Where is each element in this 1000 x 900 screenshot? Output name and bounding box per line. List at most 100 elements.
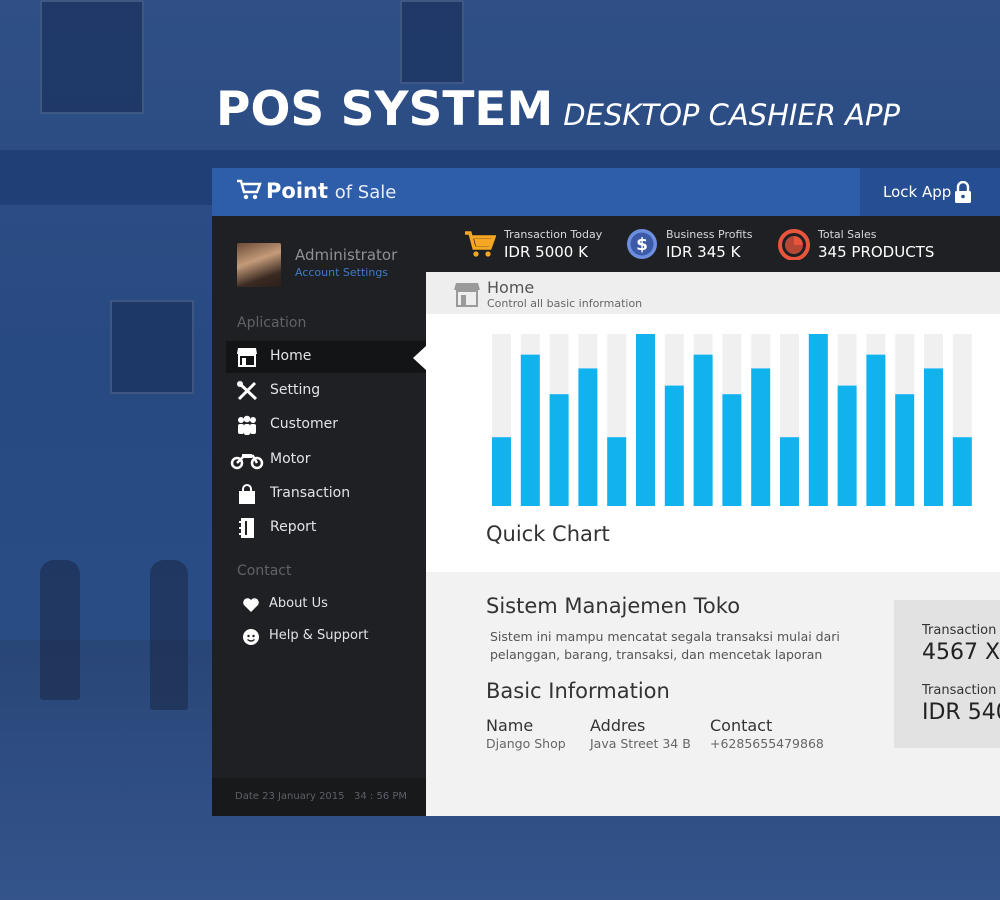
heart-icon <box>243 598 259 612</box>
dollar-icon: $ <box>627 229 657 259</box>
stat-value: 345 PRODUCTS <box>818 243 935 261</box>
field-value: +6285655479868 <box>710 736 824 751</box>
sidebar-item-report[interactable]: Report <box>226 512 426 544</box>
section-label-contact: Contact <box>237 563 292 579</box>
store-icon <box>237 348 257 367</box>
section-label-application: Aplication <box>237 315 307 331</box>
app-topbar: Point of Sale Lock App <box>212 168 1000 216</box>
page-title: Home <box>487 278 535 297</box>
sidebar-item-about-us[interactable]: About Us <box>226 591 426 619</box>
chart-bar <box>520 354 540 506</box>
chart-bar <box>895 394 915 506</box>
sidebar-item-customer[interactable]: Customer <box>226 409 426 441</box>
sidebar-item-help-support[interactable]: Help & Support <box>226 623 426 651</box>
breadcrumb: Home Control all basic information <box>426 272 1000 314</box>
sidebar-item-label: Help & Support <box>269 628 369 643</box>
lock-app-label: Lock App <box>883 183 952 201</box>
chart-bar <box>924 368 943 506</box>
chart-bar <box>492 437 511 506</box>
cart-icon <box>237 179 262 200</box>
support-icon <box>243 629 259 645</box>
background-window <box>40 0 144 114</box>
sidebar-item-home[interactable]: Home <box>226 341 426 373</box>
pos-app-window: Point of Sale Lock App Administrator Acc… <box>212 168 1000 816</box>
bar-chart <box>492 334 972 506</box>
chart-bar <box>866 354 886 506</box>
lock-icon <box>955 181 971 203</box>
sidebar-item-label: Motor <box>270 451 311 467</box>
card-value: IDR 540 <box>922 700 1000 725</box>
avatar[interactable] <box>237 243 281 287</box>
background-figure <box>40 560 80 700</box>
banner-title: POS SYSTEM <box>216 82 554 137</box>
active-nav-pointer <box>413 346 426 370</box>
tools-icon <box>237 381 258 401</box>
card-label: Transaction <box>922 683 997 698</box>
stat-value: IDR 5000 K <box>504 243 588 261</box>
app-brand: Point of Sale <box>236 179 396 203</box>
sidebar-item-label: Home <box>270 348 312 364</box>
chart-bar <box>578 368 598 506</box>
date-label: Date 23 January 2015 <box>235 791 345 802</box>
field-key: Contact <box>710 716 773 735</box>
pie-icon <box>778 229 810 260</box>
sidebar-item-motor[interactable]: Motor <box>226 444 426 476</box>
sidebar-item-label: Report <box>270 519 317 535</box>
background-figure <box>150 560 188 710</box>
chart-bar <box>780 437 799 506</box>
sidebar-item-label: Transaction <box>270 485 351 501</box>
field-contact: Contact +6285655479868 <box>710 716 824 751</box>
info-description: Sistem ini mampu mencatat segala transak… <box>490 629 840 662</box>
motorcycle-icon <box>230 454 264 470</box>
users-icon <box>238 415 256 435</box>
brand-light: of Sale <box>334 182 397 203</box>
basic-info-title: Basic Information <box>486 679 670 703</box>
field-address: Addres Java Street 34 B <box>590 716 691 751</box>
stat-title: Total Sales <box>818 228 877 241</box>
card-value: 4567 X <box>922 640 1000 665</box>
field-value: Java Street 34 B <box>590 736 691 751</box>
field-key: Addres <box>590 716 646 735</box>
card-label: Transaction <box>922 623 997 638</box>
background-window <box>400 0 464 84</box>
bag-icon <box>239 484 255 504</box>
notebook-icon <box>239 518 254 538</box>
quick-chart: Quick Chart <box>426 314 1000 572</box>
lock-app-button[interactable]: Lock App <box>860 168 1000 216</box>
date-time-bar: Date 23 January 2015 34 : 56 PM <box>212 778 426 816</box>
chart-bar <box>837 385 857 506</box>
user-name: Administrator <box>295 246 398 264</box>
page-subtitle: Control all basic information <box>487 297 643 310</box>
stat-title: Business Profits <box>666 228 753 241</box>
account-settings-link[interactable]: Account Settings <box>295 266 388 279</box>
background-window <box>110 300 194 394</box>
brand-bold: Point <box>266 179 329 203</box>
banner-subtitle: DESKTOP CASHIER APP <box>563 98 900 132</box>
chart-bar <box>664 385 684 506</box>
chart-title: Quick Chart <box>486 522 610 546</box>
chart-bar <box>607 437 627 506</box>
chart-bar <box>808 334 828 506</box>
svg-text:$: $ <box>636 235 648 255</box>
chart-bar <box>751 368 771 506</box>
sidebar-item-label: About Us <box>269 596 328 611</box>
field-value: Django Shop <box>486 736 566 751</box>
shop-info-panel: Sistem Manajemen Toko Sistem ini mampu m… <box>426 572 1000 816</box>
time-label: 34 : 56 PM <box>354 791 408 802</box>
cart-icon <box>465 231 496 257</box>
sidebar-item-label: Setting <box>270 382 321 398</box>
transaction-summary-card: Transaction 4567 X Transaction IDR 540 <box>894 600 1000 748</box>
sidebar-item-transaction[interactable]: Transaction <box>226 478 426 510</box>
info-title: Sistem Manajemen Toko <box>486 594 741 618</box>
field-name: Name Django Shop <box>486 716 566 751</box>
field-key: Name <box>486 716 534 735</box>
chart-bar <box>952 437 972 506</box>
stat-title: Transaction Today <box>504 228 603 241</box>
chart-bar <box>636 334 655 506</box>
chart-bar <box>722 394 742 506</box>
sidebar-item-setting[interactable]: Setting <box>226 375 426 407</box>
stat-value: IDR 345 K <box>666 243 741 261</box>
sidebar: Administrator Account Settings Aplicatio… <box>212 216 426 816</box>
banner-headline: POS SYSTEM DESKTOP CASHIER APP <box>216 82 900 137</box>
store-icon <box>454 283 480 307</box>
